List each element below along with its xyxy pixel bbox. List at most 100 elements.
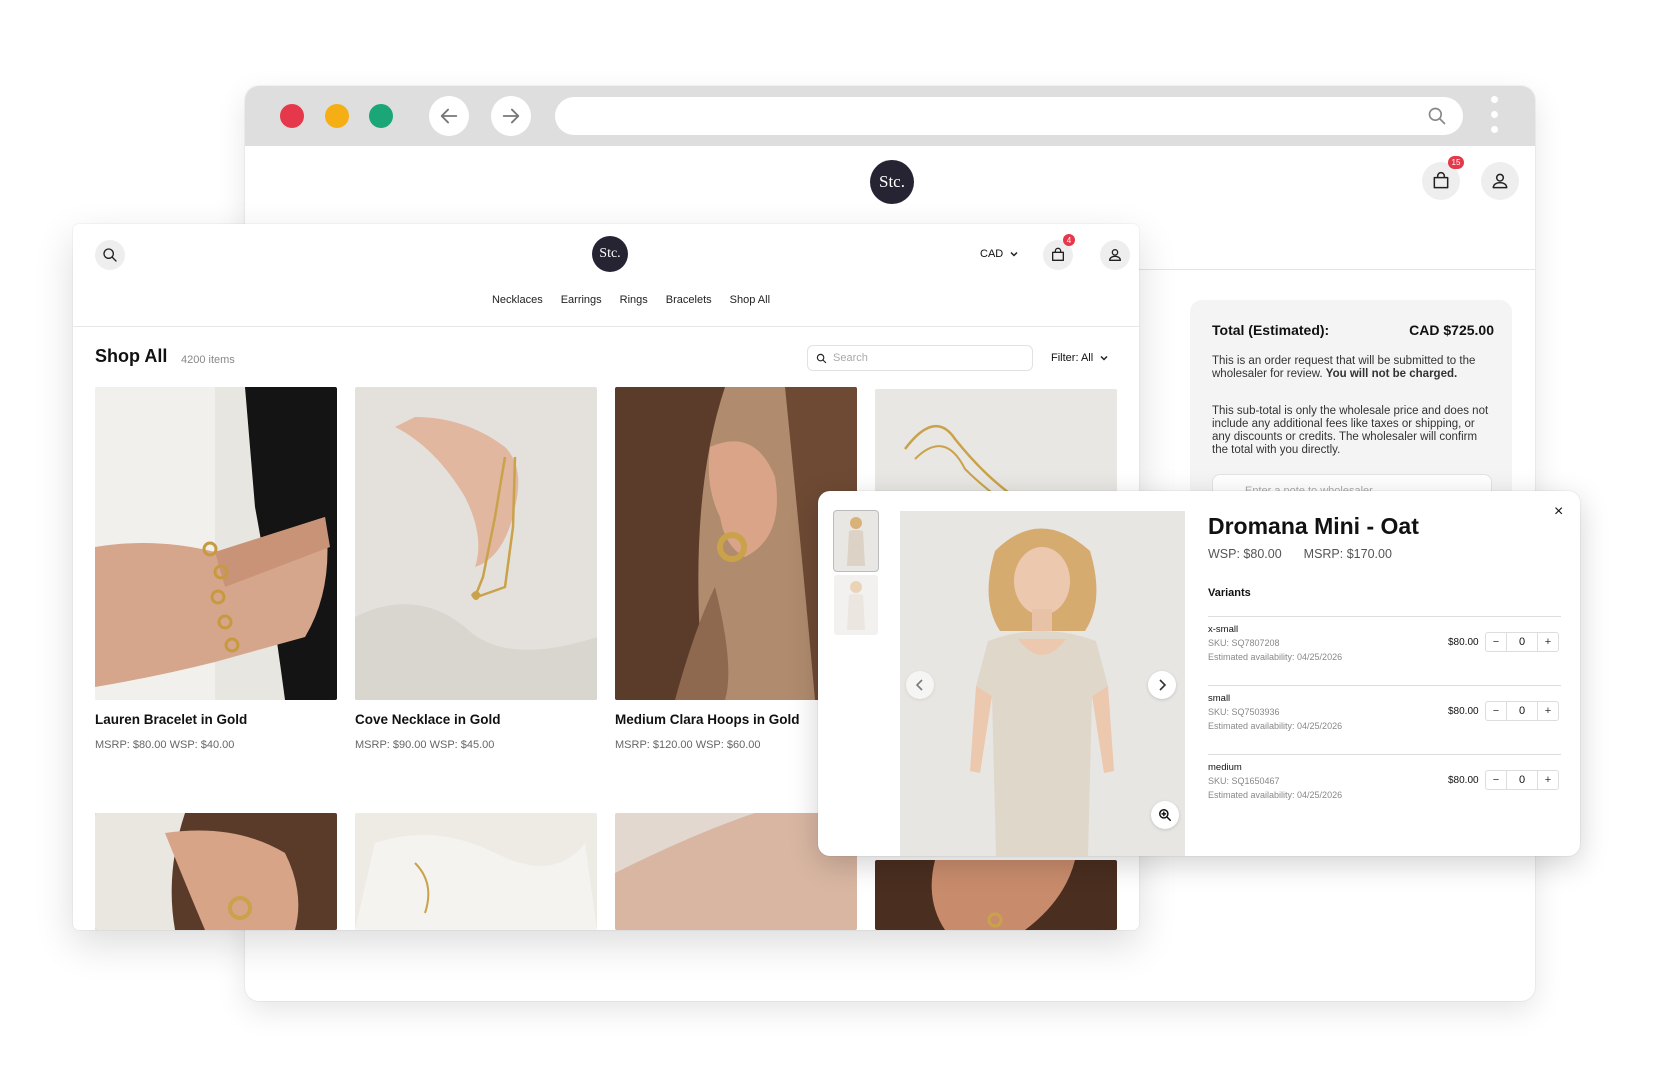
page-title: Shop All	[95, 346, 168, 366]
search-button[interactable]	[95, 240, 125, 270]
variant-availability: Estimated availability: 04/25/2026	[1208, 721, 1343, 731]
arrow-left-icon	[440, 108, 458, 124]
cart-count-badge: 4	[1063, 234, 1075, 246]
quantity-stepper[interactable]: − 0 +	[1485, 632, 1559, 652]
brand-logo[interactable]: Stc.	[870, 160, 914, 204]
product-name[interactable]: Medium Clara Hoops in Gold	[615, 712, 800, 727]
wsp-price: WSP: $80.00	[1208, 547, 1282, 561]
cart-count-badge: 15	[1448, 156, 1464, 169]
chevron-down-icon	[1100, 355, 1108, 361]
variant-price: $80.00	[1448, 706, 1479, 717]
cart-button[interactable]: 15	[1422, 156, 1464, 200]
variant-price: $80.00	[1448, 775, 1479, 786]
nav-item-bracelets[interactable]: Bracelets	[666, 294, 712, 306]
product-image[interactable]	[355, 813, 597, 930]
currency-value: CAD	[980, 248, 1004, 260]
product-thumbnail[interactable]	[833, 510, 879, 572]
cart-button[interactable]: 4	[1043, 234, 1075, 270]
product-price: MSRP: $80.00 WSP: $40.00	[95, 739, 235, 751]
quick-view-modal: × Dromana Mini - Oat WSP: $80.00 MSRP: $…	[818, 491, 1580, 856]
search-placeholder: Search	[833, 352, 868, 364]
variant-row: medium SKU: SQ1650467 Estimated availabi…	[1208, 762, 1561, 822]
product-name[interactable]: Cove Necklace in Gold	[355, 712, 501, 727]
browser-toolbar	[245, 86, 1535, 146]
product-image[interactable]	[355, 387, 597, 700]
browser-menu-icon[interactable]	[1491, 96, 1499, 138]
product-title: Dromana Mini - Oat	[1208, 513, 1419, 539]
chevron-right-icon	[1159, 679, 1167, 691]
increment-button[interactable]: +	[1538, 705, 1558, 717]
decrement-button[interactable]: −	[1486, 774, 1506, 786]
nav-item-earrings[interactable]: Earrings	[561, 294, 602, 306]
brand-logo[interactable]: Stc.	[592, 236, 628, 272]
product-name[interactable]: Lauren Bracelet in Gold	[95, 712, 247, 727]
user-icon	[1492, 173, 1508, 189]
address-bar[interactable]	[555, 97, 1463, 135]
zoom-in-icon	[1159, 809, 1171, 821]
close-window-button[interactable]	[280, 104, 304, 128]
product-search-input[interactable]: Search	[807, 345, 1033, 371]
filter-select[interactable]: Filter: All	[1051, 352, 1109, 364]
category-nav: Necklaces Earrings Rings Bracelets Shop …	[73, 294, 1139, 306]
back-button[interactable]	[429, 96, 469, 136]
search-icon	[1428, 107, 1446, 125]
search-icon	[103, 248, 117, 262]
variant-price: $80.00	[1448, 637, 1479, 648]
shopping-bag-icon	[1433, 172, 1449, 189]
product-image[interactable]	[875, 860, 1117, 930]
product-price: MSRP: $90.00 WSP: $45.00	[355, 739, 495, 751]
product-image[interactable]	[95, 813, 337, 930]
total-value: CAD $725.00	[1409, 322, 1494, 338]
chevron-down-icon	[1010, 251, 1018, 257]
maximize-window-button[interactable]	[369, 104, 393, 128]
nav-item-rings[interactable]: Rings	[620, 294, 648, 306]
zoom-button[interactable]	[1151, 801, 1179, 829]
quantity-value[interactable]: 0	[1506, 702, 1538, 720]
variant-name: small	[1208, 693, 1231, 704]
variant-sku: SKU: SQ7503936	[1208, 707, 1280, 717]
account-button[interactable]	[1481, 162, 1519, 200]
msrp-price: MSRP: $170.00	[1303, 547, 1392, 561]
previous-image-button[interactable]	[906, 671, 934, 699]
close-icon[interactable]: ×	[1554, 503, 1563, 521]
item-count: 4200 items	[181, 354, 235, 366]
variants-heading: Variants	[1208, 587, 1251, 599]
nav-item-shop-all[interactable]: Shop All	[730, 294, 770, 306]
user-icon	[1109, 249, 1121, 261]
product-prices: WSP: $80.00 MSRP: $170.00	[1208, 547, 1392, 561]
decrement-button[interactable]: −	[1486, 705, 1506, 717]
currency-select[interactable]: CAD	[980, 248, 1019, 260]
variant-name: x-small	[1208, 624, 1239, 635]
nav-divider	[73, 326, 1139, 327]
product-thumbnail[interactable]	[834, 575, 878, 635]
variant-row: small SKU: SQ7503936 Estimated availabil…	[1208, 693, 1561, 753]
variant-divider	[1208, 616, 1561, 617]
notice-bold-text: You will not be charged.	[1325, 368, 1458, 380]
subtotal-notice: This sub-total is only the wholesale pri…	[1212, 405, 1489, 456]
quantity-value[interactable]: 0	[1506, 633, 1538, 651]
variant-sku: SKU: SQ1650467	[1208, 776, 1280, 786]
variant-name: medium	[1208, 762, 1242, 773]
shopping-bag-icon	[1052, 247, 1064, 261]
account-button[interactable]	[1100, 240, 1130, 270]
product-main-image[interactable]	[900, 511, 1185, 856]
decrement-button[interactable]: −	[1486, 636, 1506, 648]
product-price: MSRP: $120.00 WSP: $60.00	[615, 739, 761, 751]
variant-divider	[1208, 685, 1561, 686]
search-icon	[816, 353, 827, 363]
variant-availability: Estimated availability: 04/25/2026	[1208, 652, 1343, 662]
increment-button[interactable]: +	[1538, 636, 1558, 648]
quantity-stepper[interactable]: − 0 +	[1485, 701, 1559, 721]
variant-availability: Estimated availability: 04/25/2026	[1208, 790, 1343, 800]
next-image-button[interactable]	[1148, 671, 1176, 699]
product-image[interactable]	[95, 387, 337, 700]
minimize-window-button[interactable]	[325, 104, 349, 128]
quantity-stepper[interactable]: − 0 +	[1485, 770, 1559, 790]
increment-button[interactable]: +	[1538, 774, 1558, 786]
arrow-right-icon	[502, 108, 520, 124]
forward-button[interactable]	[491, 96, 531, 136]
nav-item-necklaces[interactable]: Necklaces	[492, 294, 543, 306]
quantity-value[interactable]: 0	[1506, 771, 1538, 789]
variant-divider	[1208, 754, 1561, 755]
order-request-notice: This is an order request that will be su…	[1212, 355, 1492, 381]
